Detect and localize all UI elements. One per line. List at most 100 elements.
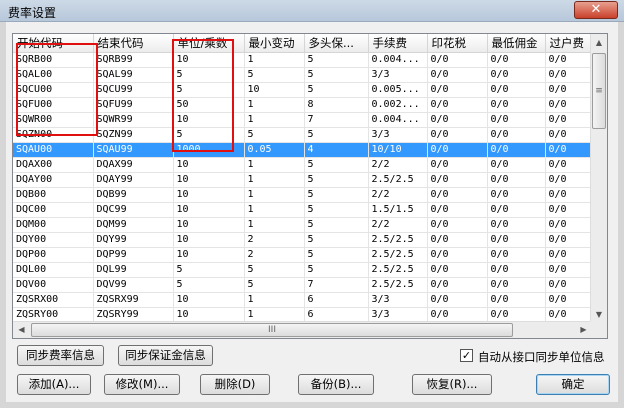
table-cell: 0/0 (427, 112, 488, 128)
sync-fee-button[interactable]: 同步费率信息 (17, 345, 104, 366)
vertical-scrollbar[interactable]: ▲ ≡ ▼ (590, 34, 607, 323)
add-button[interactable]: 添加(A)... (17, 374, 91, 395)
table-cell: 5 (304, 202, 369, 218)
table-cell: 2.5/2.5 (368, 172, 428, 188)
table-cell: 0.004... (368, 52, 428, 68)
table-cell: 1000 (173, 142, 245, 158)
table-cell: 0/0 (545, 232, 596, 248)
column-header[interactable]: 单位/乘数 (173, 34, 245, 53)
table-cell: 0/0 (427, 217, 488, 233)
scroll-left-icon[interactable]: ◀ (13, 322, 30, 338)
table-row[interactable]: DQV00 DQV99 5 5 7 2.5/2.5 0/0 0/0 0/0 (13, 277, 596, 293)
table-cell: SQWR99 (93, 112, 174, 128)
table-row[interactable]: ZQSRY00 ZQSRY99 10 1 6 3/3 0/0 0/0 0/0 (13, 307, 596, 323)
table-cell: 0/0 (427, 202, 488, 218)
table-row[interactable]: SQAL00 SQAL99 5 5 5 3/3 0/0 0/0 0/0 (13, 67, 596, 83)
table-cell: 3/3 (368, 307, 428, 323)
table-row[interactable]: DQAY00 DQAY99 10 1 5 2.5/2.5 0/0 0/0 0/0 (13, 172, 596, 188)
table-cell: 5 (244, 127, 305, 143)
table-cell: DQAX00 (13, 157, 94, 173)
table-cell: 5 (244, 262, 305, 278)
table-cell: 7 (304, 277, 369, 293)
table-row[interactable]: SQZN00 SQZN99 5 5 5 3/3 0/0 0/0 0/0 (13, 127, 596, 143)
table-row[interactable]: DQB00 DQB99 10 1 5 2/2 0/0 0/0 0/0 (13, 187, 596, 203)
table-cell: DQY00 (13, 232, 94, 248)
table-cell: 0/0 (545, 142, 596, 158)
table-row[interactable]: SQWR00 SQWR99 10 1 7 0.004... 0/0 0/0 0/0 (13, 112, 596, 128)
table-row[interactable]: DQL00 DQL99 5 5 5 2.5/2.5 0/0 0/0 0/0 (13, 262, 596, 278)
sync-margin-button[interactable]: 同步保证金信息 (118, 345, 213, 366)
table-cell: 5 (173, 67, 245, 83)
table-cell: 0/0 (487, 202, 546, 218)
table-cell: 0/0 (427, 232, 488, 248)
table-cell: 2/2 (368, 217, 428, 233)
table-cell: 1 (244, 112, 305, 128)
table-cell: 0/0 (487, 187, 546, 203)
backup-button[interactable]: 备份(B)... (298, 374, 374, 395)
window-title: 费率设置 (8, 6, 57, 20)
table-cell: 0/0 (427, 277, 488, 293)
column-header[interactable]: 最小变动 (244, 34, 305, 53)
table-cell: SQAL99 (93, 67, 174, 83)
column-header[interactable]: 过户费 (545, 34, 596, 53)
table-cell: 10 (173, 202, 245, 218)
table-cell: 0/0 (427, 142, 488, 158)
table-cell: 5 (304, 217, 369, 233)
column-header[interactable]: 手续费 (368, 34, 428, 53)
table-row[interactable]: SQCU00 SQCU99 5 10 5 0.005... 0/0 0/0 0/0 (13, 82, 596, 98)
edit-button[interactable]: 修改(M)... (104, 374, 180, 395)
table-cell: 0/0 (545, 307, 596, 323)
table-cell: 0.005... (368, 82, 428, 98)
table-cell: 6 (304, 307, 369, 323)
table-cell: 2/2 (368, 157, 428, 173)
table-cell: 0/0 (545, 187, 596, 203)
table-cell: 2.5/2.5 (368, 262, 428, 278)
table-cell: 10 (244, 82, 305, 98)
table-row[interactable]: DQC00 DQC99 10 1 5 1.5/1.5 0/0 0/0 0/0 (13, 202, 596, 218)
horizontal-scrollbar[interactable]: ◀ III ▶ (13, 321, 592, 338)
table-cell: 5 (304, 157, 369, 173)
table-row[interactable]: DQP00 DQP99 10 2 5 2.5/2.5 0/0 0/0 0/0 (13, 247, 596, 263)
scroll-up-icon[interactable]: ▲ (591, 34, 607, 51)
table-cell: DQC99 (93, 202, 174, 218)
table-cell: 0/0 (427, 307, 488, 323)
auto-sync-checkbox[interactable]: ✓ (460, 349, 473, 362)
table-row[interactable]: DQAX00 DQAX99 10 1 5 2/2 0/0 0/0 0/0 (13, 157, 596, 173)
table-cell: 1 (244, 97, 305, 113)
fee-rate-grid[interactable]: 开始代码 结束代码 单位/乘数 最小变动 多头保... 手续费 印花税 最低佣金 过户费 SQR… (12, 33, 608, 339)
table-cell: 5 (304, 187, 369, 203)
table-cell: 1 (244, 217, 305, 233)
table-row[interactable]: DQY00 DQY99 10 2 5 2.5/2.5 0/0 0/0 0/0 (13, 232, 596, 248)
table-cell: DQM00 (13, 217, 94, 233)
table-cell: 0/0 (487, 67, 546, 83)
column-header[interactable]: 最低佣金 (487, 34, 546, 53)
column-header[interactable]: 印花税 (427, 34, 488, 53)
title-bar: 费率设置 ✕ (0, 0, 624, 22)
table-cell: 10/10 (368, 142, 428, 158)
restore-button[interactable]: 恢复(R)... (412, 374, 492, 395)
table-row[interactable]: DQM00 DQM99 10 1 5 2/2 0/0 0/0 0/0 (13, 217, 596, 233)
table-row[interactable]: SQRB00 SQRB99 10 1 5 0.004... 0/0 0/0 0/0 (13, 52, 596, 68)
table-cell: 0.004... (368, 112, 428, 128)
column-header[interactable]: 开始代码 (13, 34, 94, 53)
vertical-scroll-thumb[interactable]: ≡ (592, 53, 606, 129)
close-button[interactable]: ✕ (574, 1, 618, 19)
table-row[interactable]: SQAU00 SQAU99 1000 0.05 4 10/10 0/0 0/0 0/0 (13, 142, 596, 158)
table-cell: 5 (304, 67, 369, 83)
table-cell: SQCU00 (13, 82, 94, 98)
column-header[interactable]: 结束代码 (93, 34, 174, 53)
table-cell: 0/0 (545, 262, 596, 278)
table-cell: 10 (173, 307, 245, 323)
delete-button[interactable]: 删除(D) (200, 374, 270, 395)
table-row[interactable]: SQFU00 SQFU99 50 1 8 0.002... 0/0 0/0 0/0 (13, 97, 596, 113)
table-cell: SQZN99 (93, 127, 174, 143)
table-cell: SQAU00 (13, 142, 94, 158)
table-cell: 0/0 (427, 97, 488, 113)
table-row[interactable]: ZQSRX00 ZQSRX99 10 1 6 3/3 0/0 0/0 0/0 (13, 292, 596, 308)
horizontal-scroll-thumb[interactable]: III (31, 323, 513, 337)
table-cell: ZQSRX99 (93, 292, 174, 308)
column-header[interactable]: 多头保... (304, 34, 369, 53)
table-cell: SQAL00 (13, 67, 94, 83)
table-cell: 3/3 (368, 67, 428, 83)
ok-button[interactable]: 确定 (536, 374, 610, 395)
